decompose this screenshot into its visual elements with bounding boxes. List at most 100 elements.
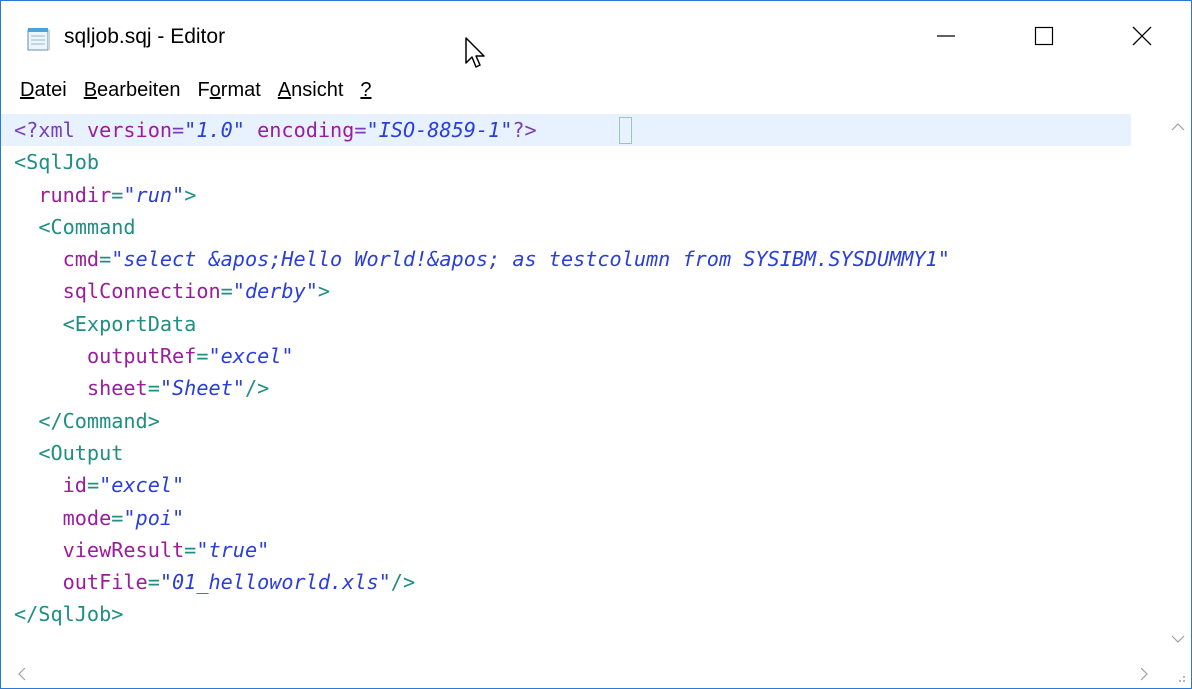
code-token-tag: = [196,344,209,369]
code-line: id="excel" [1,469,950,501]
close-button[interactable] [1093,1,1191,71]
resize-grip-icon [1179,676,1185,682]
menu-accelerator-key: ? [360,78,372,101]
menu-accelerator-key: A [277,78,292,101]
code-token-attr: id [62,473,87,498]
code-line: viewResult="true" [1,534,950,566]
code-token-attr: encoding [257,118,355,142]
code-token-pi: <?xml [14,118,87,142]
code-token-tag: = [220,279,233,304]
code-token-tag: /> [390,570,416,595]
code-token-attr: sqlConnection [62,279,221,304]
scroll-down-icon[interactable] [1171,634,1185,644]
code-token-tag: <Command [38,214,136,239]
code-token-tag: <SqlJob [14,150,100,175]
code-token-val: "select &apos;Hello World!&apos; as test… [111,247,950,272]
menu-bar: Datei Bearbeiten Format Ansicht? [1,71,1191,107]
menu-item-3[interactable]: Ansicht [278,77,344,102]
code-token-tag: </Command> [38,408,160,433]
menu-accelerator-key: D [20,78,35,101]
code-line: <Output [1,437,950,469]
scroll-left-icon[interactable] [17,667,27,681]
code-line: <?xml version="1.0" encoding="ISO-8859-1… [1,114,950,146]
vertical-scrollbar[interactable] [1163,108,1191,660]
code-line: </SqlJob> [1,598,950,630]
code-token-attr: outFile [62,570,148,595]
code-token-tag: </SqlJob> [14,602,124,627]
text-editor-area[interactable]: <?xml version="1.0" encoding="ISO-8859-1… [1,108,1163,660]
code-token-val: "excel" [99,473,185,498]
code-line: </Command> [1,405,950,437]
menu-label-prefix: F [197,78,210,101]
code-line: sqlConnection="derby"> [1,275,950,307]
scroll-up-icon[interactable] [1171,122,1185,132]
menu-accelerator-key: B [83,78,98,101]
menu-item-2[interactable]: Format [197,77,260,102]
code-token-attr: version [86,118,173,142]
code-token-val: "Sheet" [159,376,245,401]
code-token-tag: = [147,570,160,595]
maximize-button[interactable] [995,1,1093,71]
resize-grip[interactable] [1163,660,1191,688]
code-line: <Command [1,211,950,243]
code-line: sheet="Sheet"/> [1,372,950,404]
code-token-tag: <Output [38,440,124,465]
code-line: cmd="select &apos;Hello World!&apos; as … [1,243,950,275]
editor-window: sqljob.sqj - Editor Datei Bearbeiten Forma… [0,0,1192,689]
code-line: <SqlJob [1,146,950,178]
menu-item-1[interactable]: Bearbeiten [84,77,181,102]
scroll-right-icon[interactable] [1139,667,1149,681]
horizontal-scrollbar[interactable] [1,660,1163,688]
code-line: mode="poi" [1,502,950,534]
code-token-val: "1.0" [184,118,245,142]
notepad-icon [27,28,50,51]
menu-item-0[interactable]: Datei [20,77,67,102]
maximize-icon [1034,26,1054,46]
code-token-attr: cmd [62,247,100,272]
code-content[interactable]: <?xml version="1.0" encoding="ISO-8859-1… [1,114,950,631]
code-token-pi: = [172,118,185,142]
code-token-val: "true" [196,537,270,562]
menu-label-rest: atei [34,78,67,101]
window-title: sqljob.sqj - Editor [64,25,226,48]
code-token-tag: <ExportData [62,311,197,336]
code-token-tag: = [111,182,124,207]
mouse-pointer-icon [465,37,485,68]
close-icon [1132,26,1152,46]
minimize-button[interactable] [897,1,995,71]
code-token-attr: viewResult [62,537,185,562]
menu-accelerator-key: o [209,78,221,101]
code-token-attr: sheet [86,376,148,401]
code-token-pi: ?> [512,118,537,142]
minimize-icon [937,35,955,37]
code-token-val: "excel" [208,344,294,369]
code-token-val: "derby" [232,279,318,304]
code-line: <ExportData [1,308,950,340]
title-bar[interactable]: sqljob.sqj - Editor [1,1,1191,71]
code-line: outputRef="excel" [1,340,950,372]
menu-label-rest: earbeiten [97,78,181,101]
code-token-tag: = [147,376,160,401]
code-token-attr: outputRef [86,344,197,369]
code-token-val: "poi" [123,505,185,530]
menu-item-4[interactable]: ? [360,77,371,102]
code-token-tag: = [184,537,197,562]
code-token-tag: > [184,182,197,207]
code-token-attr: rundir [38,182,112,207]
code-token-pi [245,118,257,142]
code-token-tag: = [111,505,124,530]
code-token-val: "01_helloworld.xls" [159,570,391,595]
code-token-tag: = [86,473,100,498]
